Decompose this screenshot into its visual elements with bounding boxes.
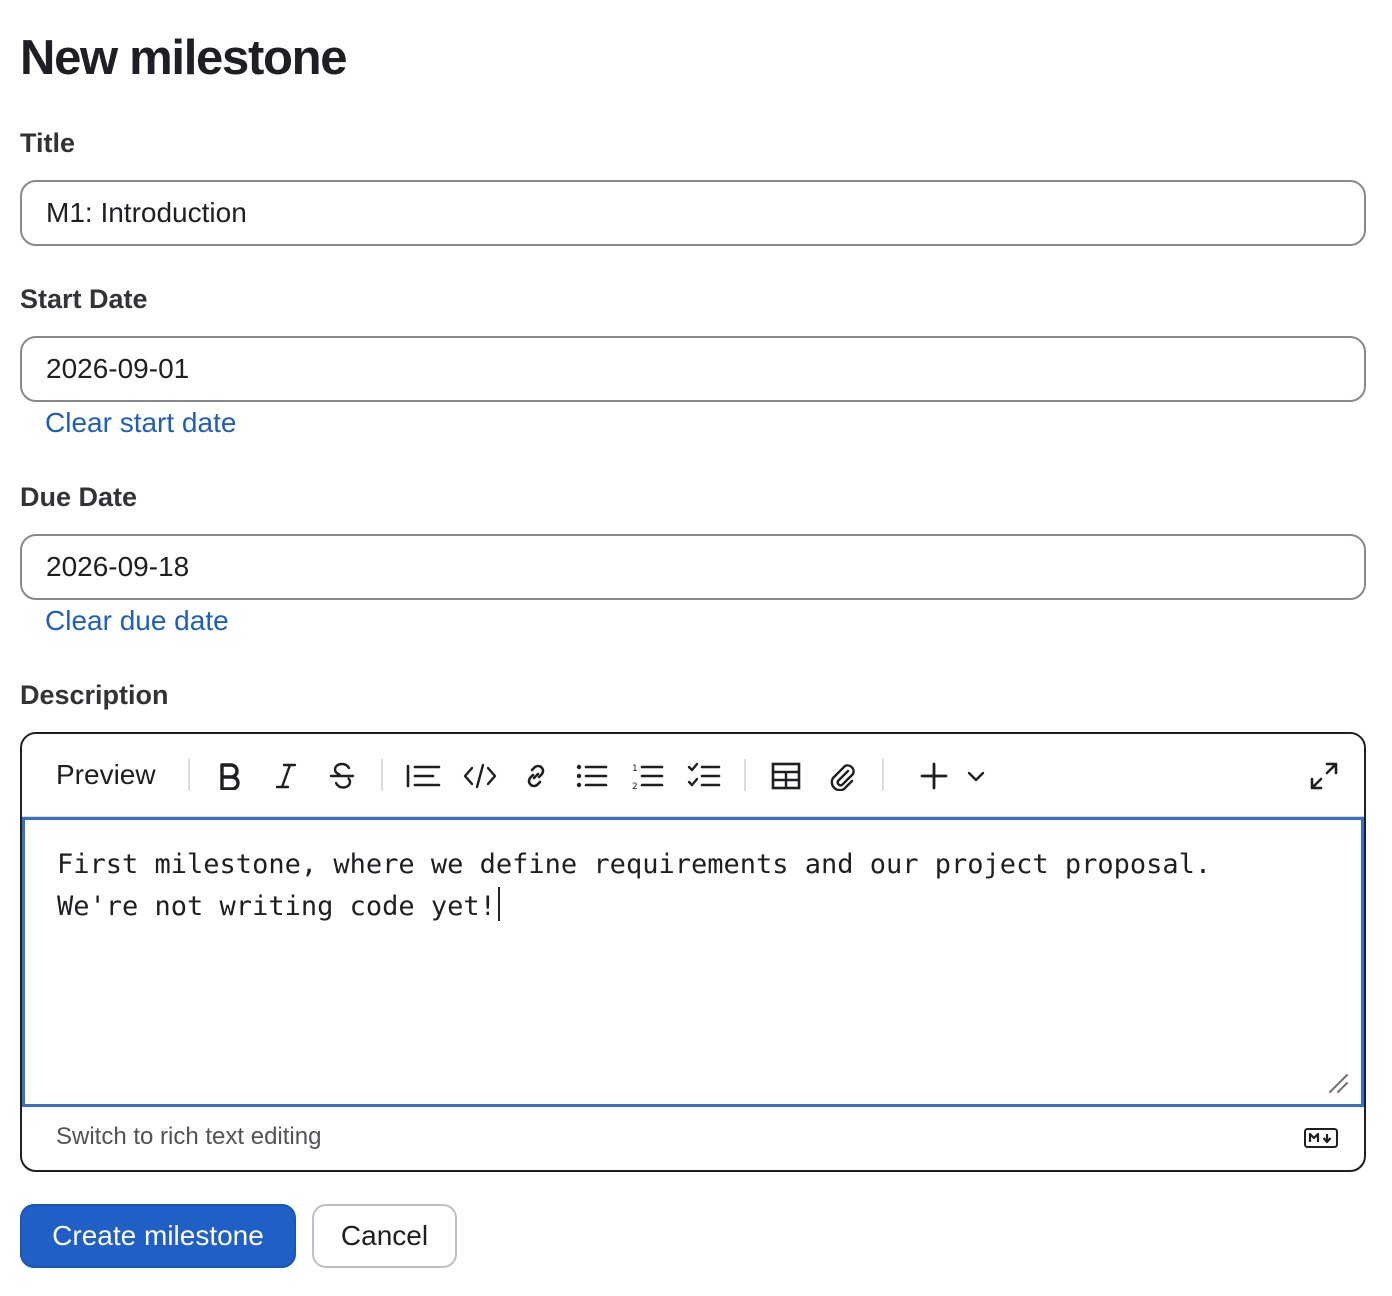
plus-icon[interactable] xyxy=(914,756,954,796)
toolbar-divider xyxy=(882,759,884,791)
attach-file-icon[interactable] xyxy=(822,756,862,796)
title-label: Title xyxy=(20,128,76,158)
table-icon[interactable] xyxy=(766,756,806,796)
due-date-input[interactable]: 2026-09-18 xyxy=(20,534,1366,600)
clear-due-date-link[interactable]: Clear due date xyxy=(45,604,229,638)
numbered-list-icon[interactable]: 12 xyxy=(628,756,668,796)
description-text: First milestone, where we define require… xyxy=(57,849,1212,922)
title-input-value: M1: Introduction xyxy=(46,197,247,228)
link-icon[interactable] xyxy=(516,756,556,796)
description-label: Description xyxy=(20,680,169,710)
task-list-icon[interactable] xyxy=(684,756,724,796)
bold-icon[interactable] xyxy=(210,756,250,796)
switch-rich-text-link[interactable]: Switch to rich text editing xyxy=(56,1122,321,1152)
bullet-list-icon[interactable] xyxy=(572,756,612,796)
create-milestone-button[interactable]: Create milestone xyxy=(20,1204,296,1268)
preview-tab[interactable]: Preview xyxy=(56,756,156,794)
clear-start-date-link[interactable]: Clear start date xyxy=(45,406,236,440)
page-title: New milestone xyxy=(20,31,348,85)
cancel-button[interactable]: Cancel xyxy=(312,1204,457,1268)
chevron-down-icon[interactable] xyxy=(956,756,996,796)
code-icon[interactable] xyxy=(460,756,500,796)
markdown-editor: Preview 12 First milestone, where we def… xyxy=(20,732,1366,1172)
due-date-value: 2026-09-18 xyxy=(46,551,190,582)
fullscreen-icon[interactable] xyxy=(1304,756,1344,796)
toolbar-divider xyxy=(188,759,190,791)
italic-icon[interactable] xyxy=(266,756,306,796)
editor-footer: Switch to rich text editing xyxy=(22,1106,1364,1170)
start-date-label: Start Date xyxy=(20,284,148,314)
toolbar-divider xyxy=(381,759,383,791)
start-date-value: 2026-09-01 xyxy=(46,353,190,384)
quote-icon[interactable] xyxy=(403,756,443,796)
resize-grip-icon[interactable] xyxy=(1327,1072,1349,1094)
start-date-input[interactable]: 2026-09-01 xyxy=(20,336,1366,402)
svg-text:2: 2 xyxy=(632,782,638,790)
due-date-label: Due Date xyxy=(20,482,138,512)
editor-toolbar: Preview 12 xyxy=(22,734,1364,817)
text-caret xyxy=(497,887,500,921)
toolbar-divider xyxy=(744,759,746,791)
strikethrough-icon[interactable] xyxy=(322,756,362,796)
title-input[interactable]: M1: Introduction xyxy=(20,180,1366,246)
markdown-icon xyxy=(1304,1128,1338,1148)
description-textarea[interactable]: First milestone, where we define require… xyxy=(22,817,1364,1107)
svg-text:1: 1 xyxy=(632,764,638,774)
